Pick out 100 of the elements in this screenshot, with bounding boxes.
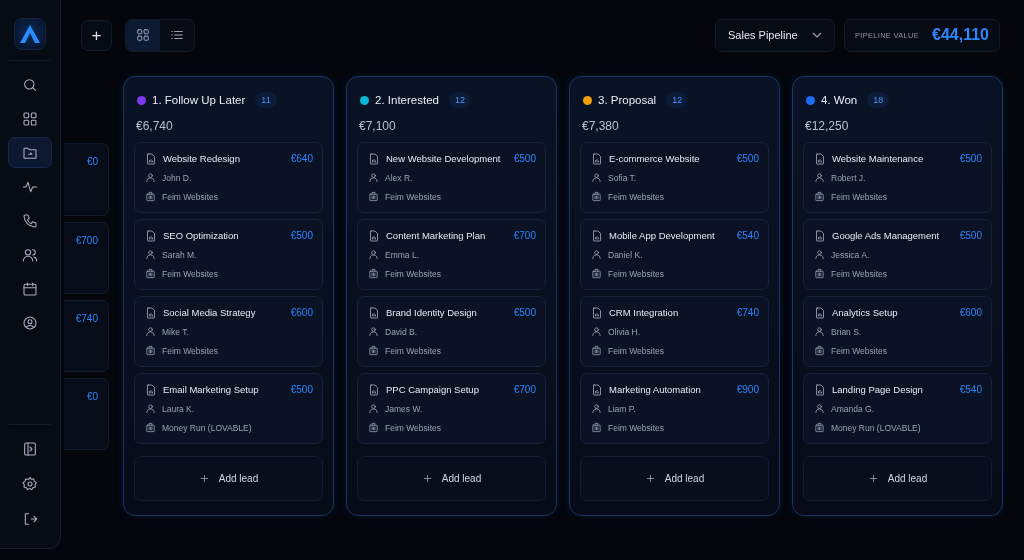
lead-title: Website Redesign (163, 153, 241, 164)
sidebar-toggle-icon (22, 440, 38, 457)
lead-card[interactable]: E-commerce Website €500 Sofia T. Feim Websites (580, 142, 769, 213)
lead-contact: John D. (162, 172, 192, 183)
lead-company: Feim Websites (831, 191, 888, 202)
count-badge: 11 (255, 92, 277, 108)
document-chart-icon (368, 383, 380, 396)
view-tab[interactable] (126, 19, 160, 51)
lead-card[interactable]: €0 (64, 378, 109, 450)
lead-amount: €0 (86, 156, 98, 168)
lead-card[interactable]: Social Media Strategy €600 Mike T. Feim Websites (134, 296, 323, 367)
lead-card[interactable]: PPC Campaign Setup €700 James W. Feim Websites (357, 373, 546, 444)
lead-card[interactable]: Content Marketing Plan €700 Emma L. Feim Websites (357, 219, 546, 290)
lead-card[interactable]: CRM Integration €740 Olivia H. Feim Websites (580, 296, 769, 367)
lead-contact: Brian S. (831, 326, 862, 337)
lead-card[interactable]: €0 (64, 143, 109, 216)
lead-card[interactable]: Website Redesign €640 John D. Feim Websites (134, 142, 323, 213)
lead-card[interactable]: Brand Identity Design €500 David B. Feim Websites (357, 296, 546, 367)
lead-title: Mobile App Development (609, 230, 716, 241)
lead-card[interactable]: Mobile App Development €540 Daniel K. Feim Websites (580, 219, 769, 290)
building-icon (591, 268, 602, 279)
building-icon (145, 422, 156, 433)
plus-icon (867, 473, 879, 484)
lead-title: Brand Identity Design (386, 307, 478, 318)
logout-icon (22, 510, 38, 527)
column-title: 3. Proposal (598, 94, 657, 106)
person-icon (814, 172, 825, 183)
column-total: €7,100 (358, 119, 397, 133)
lead-card[interactable]: Website Maintenance €500 Robert J. Feim Websites (803, 142, 992, 213)
plus-icon (644, 473, 656, 484)
building-icon (368, 422, 379, 433)
lead-title: Marketing Automation (609, 384, 702, 395)
plus-icon (421, 473, 433, 484)
column-total: €6,740 (135, 119, 174, 133)
person-icon (814, 326, 825, 337)
building-icon (591, 345, 602, 356)
document-chart-icon (814, 383, 826, 396)
column-title: 4. Won (821, 94, 858, 106)
document-chart-icon (368, 152, 380, 165)
document-chart-icon (591, 383, 603, 396)
lead-card[interactable]: €700 (64, 222, 109, 294)
document-chart-icon (145, 152, 157, 165)
building-icon (591, 422, 602, 433)
lead-amount: €540 (736, 230, 759, 241)
building-icon (814, 191, 825, 202)
person-icon (591, 403, 602, 414)
document-chart-icon (814, 229, 826, 242)
lead-card[interactable]: Analytics Setup €600 Brian S. Feim Websites (803, 296, 992, 367)
lead-amount: €500 (513, 153, 536, 164)
lead-company: Feim Websites (162, 268, 219, 279)
building-icon (368, 345, 379, 356)
lead-amount: €500 (959, 153, 982, 164)
lead-amount: €540 (959, 384, 982, 395)
add-lead-button[interactable]: Add lead (357, 456, 546, 501)
lead-company: Money Run (LOVABLE) (162, 422, 252, 433)
lead-contact: Amanda G. (831, 403, 874, 414)
lead-card[interactable]: Google Ads Management €500 Jessica A. Feim Websites (803, 219, 992, 290)
lead-card[interactable]: Marketing Automation €900 Liam P. Feim Websites (580, 373, 769, 444)
lead-card[interactable]: New Website Development €500 Alex R. Feim Websites (357, 142, 546, 213)
lead-title: PPC Campaign Setup (386, 384, 480, 395)
lead-card[interactable]: SEO Optimization €500 Sarah M. Feim Websites (134, 219, 323, 290)
users-icon (22, 246, 38, 263)
lead-title: Content Marketing Plan (386, 230, 487, 241)
person-icon (145, 172, 156, 183)
person-icon (368, 403, 379, 414)
building-icon (145, 345, 156, 356)
lead-company: Feim Websites (608, 191, 665, 202)
person-icon (591, 326, 602, 337)
lead-card[interactable]: Email Marketing Setup €500 Laura K. Money Run (LOVABLE) (134, 373, 323, 444)
calendar-icon (22, 280, 38, 297)
lead-contact: Mike T. (162, 326, 189, 337)
lead-title: SEO Optimization (163, 230, 240, 241)
lead-amount: €900 (736, 384, 759, 395)
lead-amount: €700 (513, 384, 536, 395)
count-badge: 18 (867, 92, 890, 108)
lead-contact: Robert J. (831, 172, 866, 183)
document-chart-icon (591, 229, 603, 242)
lead-contact: Olivia H. (608, 326, 641, 337)
document-chart-icon (814, 152, 826, 165)
lead-card[interactable]: €740 (64, 300, 109, 372)
building-icon (814, 422, 825, 433)
lead-contact: James W. (385, 403, 423, 414)
building-icon (814, 268, 825, 279)
person-icon (145, 403, 156, 414)
person-icon (591, 249, 602, 260)
column-title: 1. Follow Up Later (152, 94, 246, 106)
lead-contact: Alex R. (385, 172, 413, 183)
add-lead-button[interactable]: Add lead (803, 456, 992, 501)
lead-amount: €0 (86, 391, 98, 403)
column-title: 2. Interested (375, 94, 439, 106)
nav-item[interactable] (8, 137, 52, 168)
lead-amount: €600 (290, 307, 313, 318)
pipeline-select[interactable]: Sales Pipeline (715, 18, 835, 52)
chevron-down-icon (812, 32, 822, 38)
add-button[interactable]: + (81, 19, 112, 51)
lead-card[interactable]: Landing Page Design €540 Amanda G. Money Run (LOVABLE) (803, 373, 992, 444)
person-icon (814, 403, 825, 414)
count-badge: 12 (666, 92, 689, 108)
add-lead-button[interactable]: Add lead (580, 456, 769, 501)
add-lead-button[interactable]: Add lead (134, 456, 323, 501)
